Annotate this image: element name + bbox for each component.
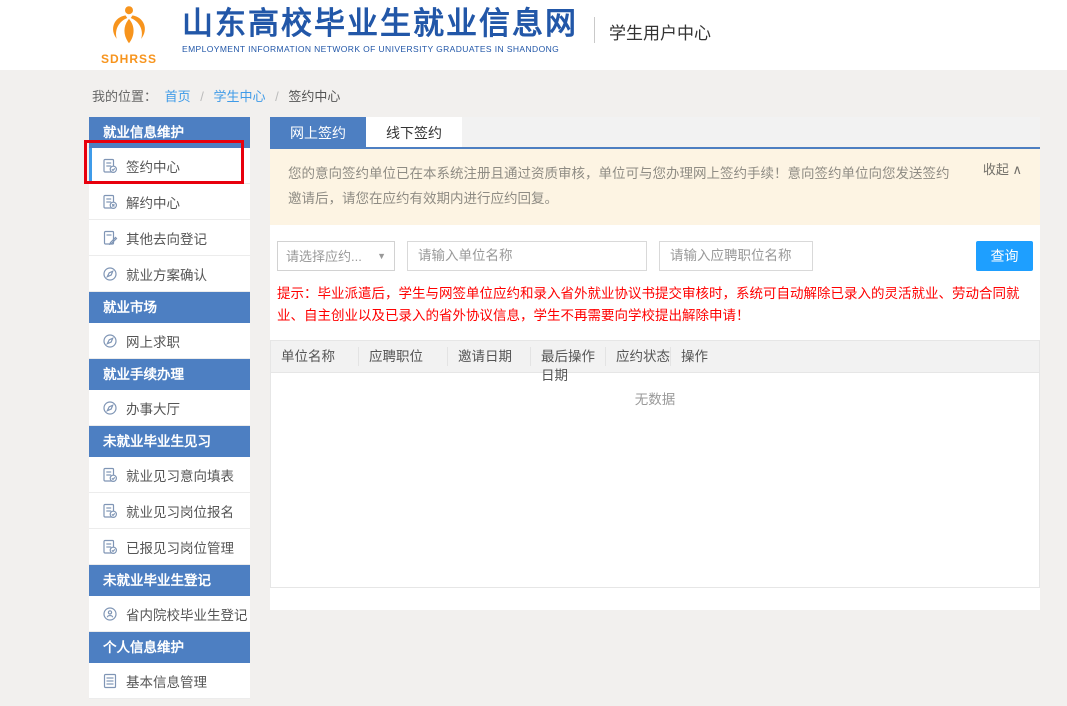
sidebar-nav: 就业信息维护 签约中心 解约中心 — [89, 117, 250, 699]
sidebar-item-internship-post-apply[interactable]: 就业见习岗位报名 — [89, 493, 250, 529]
sidebar-item-label: 就业见习意向填表 — [126, 465, 234, 485]
select-placeholder: 请选择应约... — [286, 246, 362, 265]
sidebar-item-employment-plan-confirm[interactable]: 就业方案确认 — [89, 256, 250, 292]
doc-check-icon — [102, 158, 118, 174]
col-last-operation-date: 最后操作日期 — [531, 347, 606, 366]
tab-online-signing[interactable]: 网上签约 — [270, 117, 366, 147]
sidebar-item-applied-internship-manage[interactable]: 已报见习岗位管理 — [89, 529, 250, 565]
sidebar-item-internship-intention-form[interactable]: 就业见习意向填表 — [89, 457, 250, 493]
col-response-status: 应约状态 — [606, 347, 671, 366]
notice-text: 您的意向签约单位已在本系统注册且通过资质审核，单位可与您办理网上签约手续！意向签… — [288, 166, 950, 206]
sidebar-item-service-hall[interactable]: 办事大厅 — [89, 390, 250, 426]
site-logo: SDHRSS — [90, 5, 168, 66]
collapse-link[interactable]: 收起 ∧ — [983, 158, 1022, 182]
table-empty-state: 无数据 — [270, 373, 1040, 588]
breadcrumb-current: 签约中心 — [288, 89, 340, 104]
compass-icon — [102, 333, 118, 349]
breadcrumb-label: 我的位置： — [92, 89, 157, 104]
table-header-row: 单位名称 应聘职位 邀请日期 最后操作日期 应约状态 操作 — [270, 340, 1040, 373]
chevron-down-icon: ▼ — [377, 251, 386, 261]
site-subtitle: EMPLOYMENT INFORMATION NETWORK OF UNIVER… — [182, 44, 578, 54]
header-divider — [594, 17, 595, 43]
site-title: 山东高校毕业生就业信息网 — [182, 7, 578, 41]
company-name-input[interactable] — [407, 241, 647, 271]
doc-lines-icon — [102, 673, 118, 689]
brand-logo-icon — [106, 5, 152, 50]
notice-banner: 您的意向签约单位已在本系统注册且通过资质审核，单位可与您办理网上签约手续！意向签… — [270, 149, 1040, 225]
sidebar-item-province-graduate-register[interactable]: 省内院校毕业生登记 — [89, 596, 250, 632]
sidebar-item-signing-center[interactable]: 签约中心 — [89, 148, 250, 184]
sidebar-item-label: 就业见习岗位报名 — [126, 501, 234, 521]
sidebar-item-other-destination-register[interactable]: 其他去向登记 — [89, 220, 250, 256]
signing-center-panel: 网上签约 线下签约 您的意向签约单位已在本系统注册且通过资质审核，单位可与您办理… — [270, 117, 1040, 610]
sidebar-section-job-market[interactable]: 就业市场 — [89, 292, 250, 323]
position-name-input[interactable] — [659, 241, 813, 271]
tab-offline-signing[interactable]: 线下签约 — [366, 117, 462, 147]
sidebar-item-label: 基本信息管理 — [126, 671, 207, 691]
sidebar-item-online-job-search[interactable]: 网上求职 — [89, 323, 250, 359]
sidebar-item-label: 就业方案确认 — [126, 264, 207, 284]
warning-tip: 提示：毕业派遣后，学生与网签单位应约和录入省外就业协议书提交审核时，系统可自动解… — [277, 283, 1033, 328]
doc-check-icon — [102, 503, 118, 519]
doc-cross-icon — [102, 194, 118, 210]
breadcrumb-separator: / — [275, 89, 279, 104]
col-company-name: 单位名称 — [271, 347, 359, 366]
doc-check-icon — [102, 467, 118, 483]
col-position: 应聘职位 — [359, 347, 448, 366]
sidebar-section-employment-procedures[interactable]: 就业手续办理 — [89, 359, 250, 390]
person-icon — [102, 606, 118, 622]
compass-icon — [102, 400, 118, 416]
breadcrumb: 我的位置： 首页 / 学生中心 / 签约中心 — [0, 70, 1067, 117]
signing-tabs: 网上签约 线下签约 — [270, 117, 1040, 149]
breadcrumb-separator: / — [200, 89, 204, 104]
col-invite-date: 邀请日期 — [448, 347, 531, 366]
sidebar-section-employment-info[interactable]: 就业信息维护 — [89, 117, 250, 148]
logo-acronym: SDHRSS — [101, 52, 157, 66]
sidebar-item-label: 签约中心 — [126, 156, 180, 176]
sidebar-item-label: 网上求职 — [126, 331, 180, 351]
sidebar-item-termination-center[interactable]: 解约中心 — [89, 184, 250, 220]
filter-row: 请选择应约... ▼ 查询 — [270, 241, 1040, 271]
invitation-table: 单位名称 应聘职位 邀请日期 最后操作日期 应约状态 操作 无数据 — [270, 340, 1040, 588]
sidebar-section-internship[interactable]: 未就业毕业生见习 — [89, 426, 250, 457]
search-button[interactable]: 查询 — [976, 241, 1033, 271]
sidebar-section-personal-info[interactable]: 个人信息维护 — [89, 632, 250, 663]
doc-check-icon — [102, 539, 118, 555]
sidebar-section-unemployed-register[interactable]: 未就业毕业生登记 — [89, 565, 250, 596]
sidebar-item-label: 其他去向登记 — [126, 228, 207, 248]
sidebar-item-label: 解约中心 — [126, 192, 180, 212]
breadcrumb-link-home[interactable]: 首页 — [165, 89, 191, 104]
breadcrumb-link-student-center[interactable]: 学生中心 — [214, 89, 266, 104]
compass-icon — [102, 266, 118, 282]
response-status-select[interactable]: 请选择应约... ▼ — [277, 241, 395, 271]
col-actions: 操作 — [671, 347, 1039, 366]
sidebar-item-label: 已报见习岗位管理 — [126, 537, 234, 557]
site-header: SDHRSS 山东高校毕业生就业信息网 EMPLOYMENT INFORMATI… — [0, 0, 1067, 70]
sidebar-item-basic-info-manage[interactable]: 基本信息管理 — [89, 663, 250, 699]
sidebar-item-label: 办事大厅 — [126, 398, 180, 418]
doc-pencil-icon — [102, 230, 118, 246]
sidebar-item-label: 省内院校毕业生登记 — [126, 604, 248, 624]
site-title-block: 山东高校毕业生就业信息网 EMPLOYMENT INFORMATION NETW… — [182, 5, 578, 54]
portal-name: 学生用户中心 — [609, 19, 711, 44]
